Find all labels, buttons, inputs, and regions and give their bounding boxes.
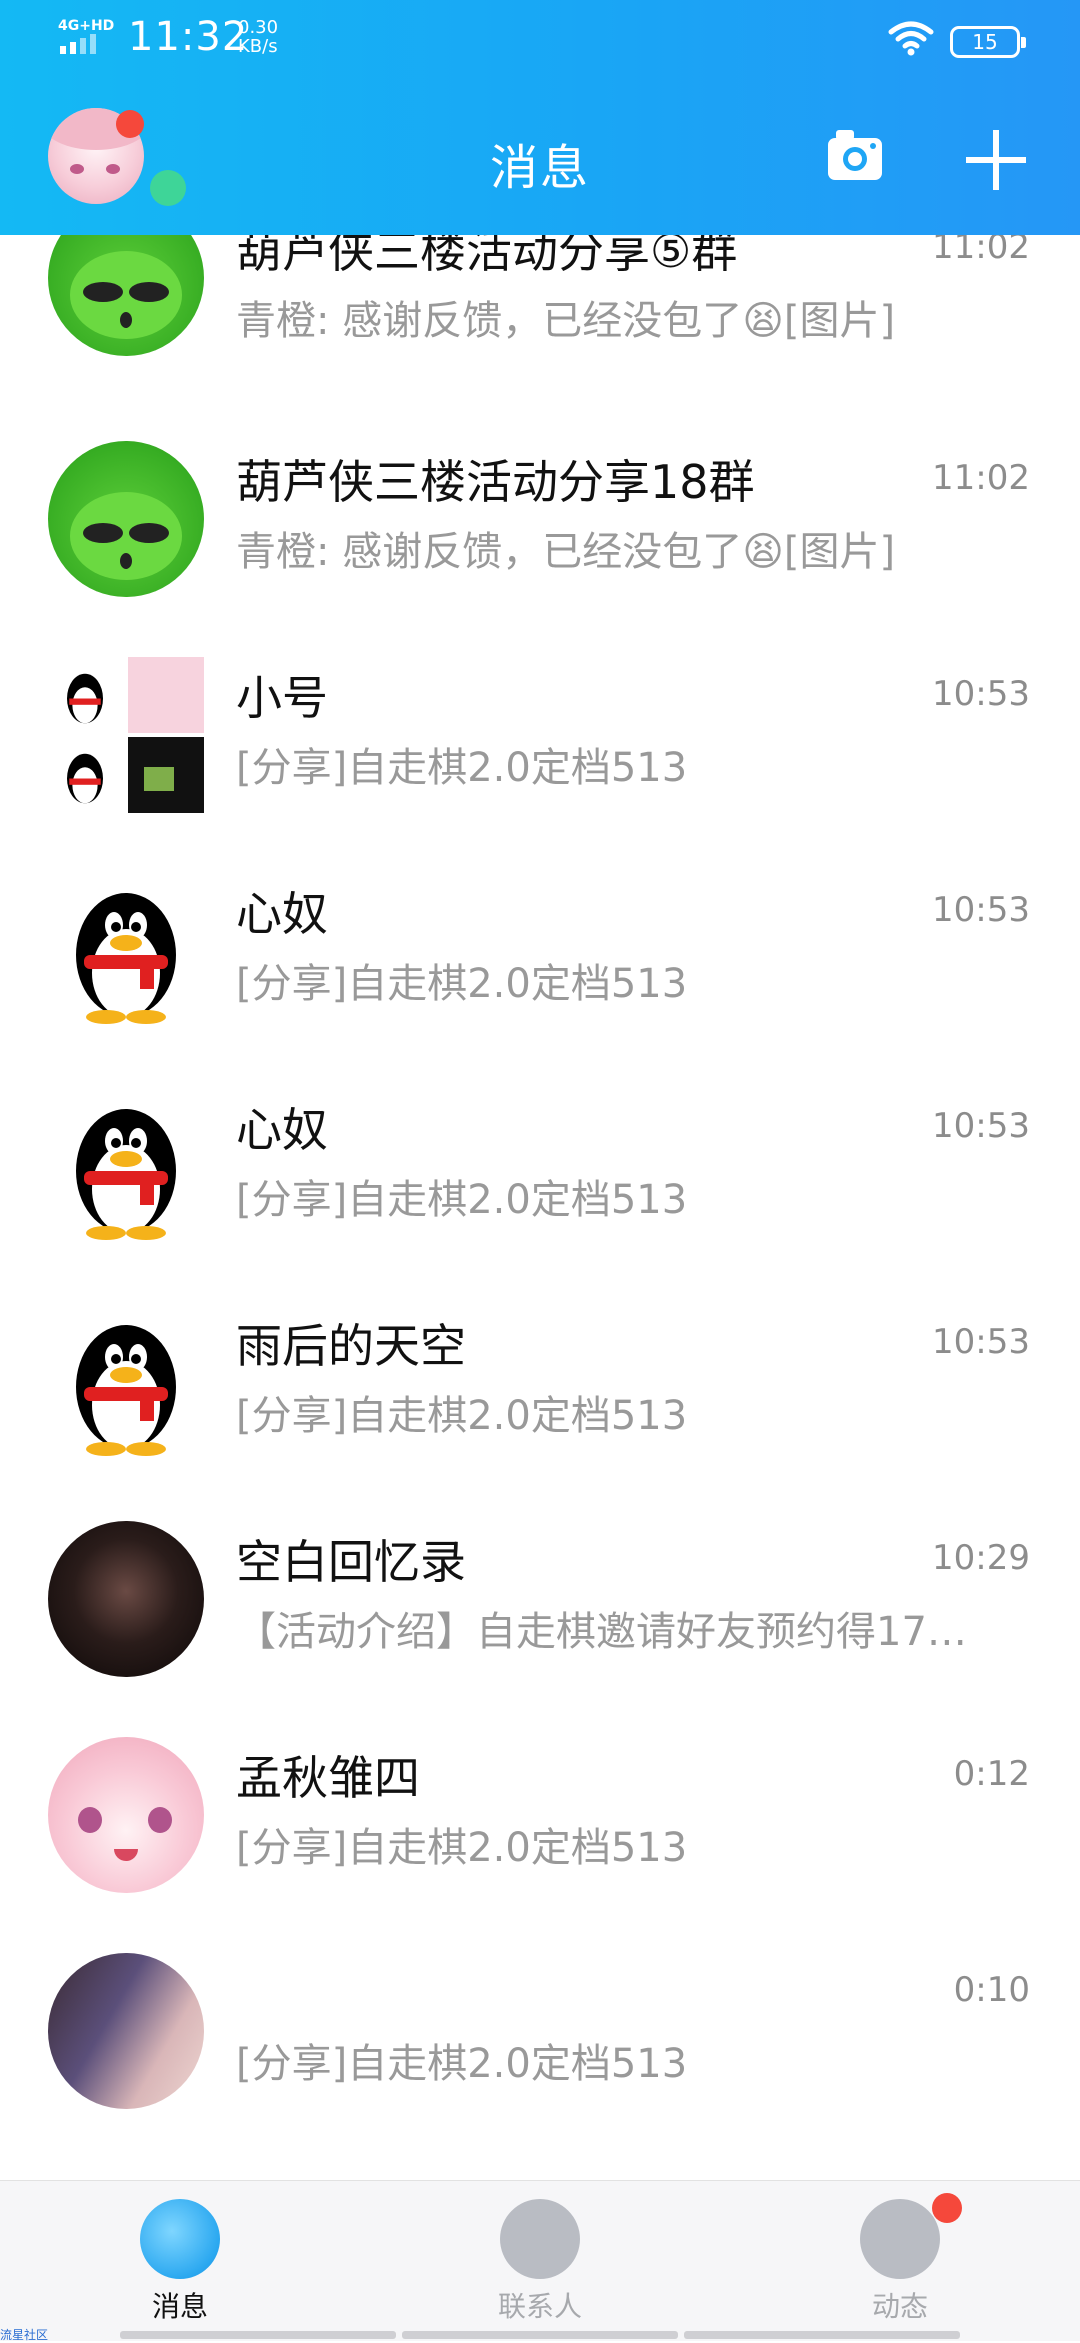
message-icon	[140, 2199, 220, 2279]
list-item[interactable]: 葫芦侠三楼活动分享18群 11:02 青橙: 感谢反馈，已经没包了😫[图片]	[0, 411, 1080, 627]
penguin-avatar	[76, 1109, 176, 1240]
wifi-icon	[888, 21, 934, 56]
signal-icon	[60, 34, 96, 54]
list-item[interactable]: 葫芦侠三楼活动分享⑤群 11:02 青橙: 感谢反馈，已经没包了😫[图片]	[0, 235, 1080, 411]
page-title: 消息	[489, 140, 590, 196]
tab-messages[interactable]: 消息	[80, 2199, 280, 2325]
anime-girl-avatar	[48, 1737, 204, 1893]
dark-knight-avatar	[48, 1521, 204, 1677]
status-bar: 4G+HD 11:32 0.30 KB/s 15	[0, 0, 1080, 80]
bottom-nav: 消息 联系人 动态	[0, 2180, 1080, 2341]
list-item[interactable]: 0:10 [分享]自走棋2.0定档513	[0, 1923, 1080, 2139]
network-type: 4G+HD	[58, 18, 115, 34]
list-item[interactable]: 心奴 10:53 [分享]自走棋2.0定档513	[0, 1059, 1080, 1275]
tab-moments[interactable]: 动态	[800, 2199, 1000, 2325]
top-header: 4G+HD 11:32 0.30 KB/s 15 消息	[0, 0, 1080, 235]
tab-contacts[interactable]: 联系人	[440, 2199, 640, 2325]
list-item[interactable]: 雨后的天空 10:53 [分享]自走棋2.0定档513	[0, 1275, 1080, 1491]
list-item[interactable]: 空白回忆录 10:29 【活动介绍】自走棋邀请好友预约得17…	[0, 1491, 1080, 1707]
clock: 11:32	[128, 14, 249, 60]
group-avatar	[48, 657, 204, 813]
penguin-avatar	[76, 1325, 176, 1456]
gourd-avatar	[48, 441, 204, 597]
moments-badge	[932, 2193, 962, 2223]
list-item[interactable]: 孟秋雏四 0:12 [分享]自走棋2.0定档513	[0, 1707, 1080, 1923]
penguin-avatar	[76, 893, 176, 1024]
contacts-icon	[500, 2199, 580, 2279]
plus-icon[interactable]	[966, 130, 1026, 190]
battery-indicator: 15	[950, 26, 1026, 58]
conversation-list: 葫芦侠三楼活动分享⑤群 11:02 青橙: 感谢反馈，已经没包了😫[图片] 葫芦…	[0, 235, 1080, 2180]
gesture-bar	[120, 2331, 960, 2339]
planet-icon	[860, 2199, 940, 2279]
camera-icon[interactable]	[826, 128, 884, 182]
network-speed: 0.30 KB/s	[238, 17, 279, 57]
photo-girl-avatar	[48, 1953, 204, 2109]
gourd-avatar	[48, 235, 204, 356]
list-item[interactable]: 心奴 10:53 [分享]自走棋2.0定档513	[0, 843, 1080, 1059]
list-item[interactable]: 小号 10:53 [分享]自走棋2.0定档513	[0, 627, 1080, 843]
watermark: 流星社区	[0, 2328, 49, 2342]
